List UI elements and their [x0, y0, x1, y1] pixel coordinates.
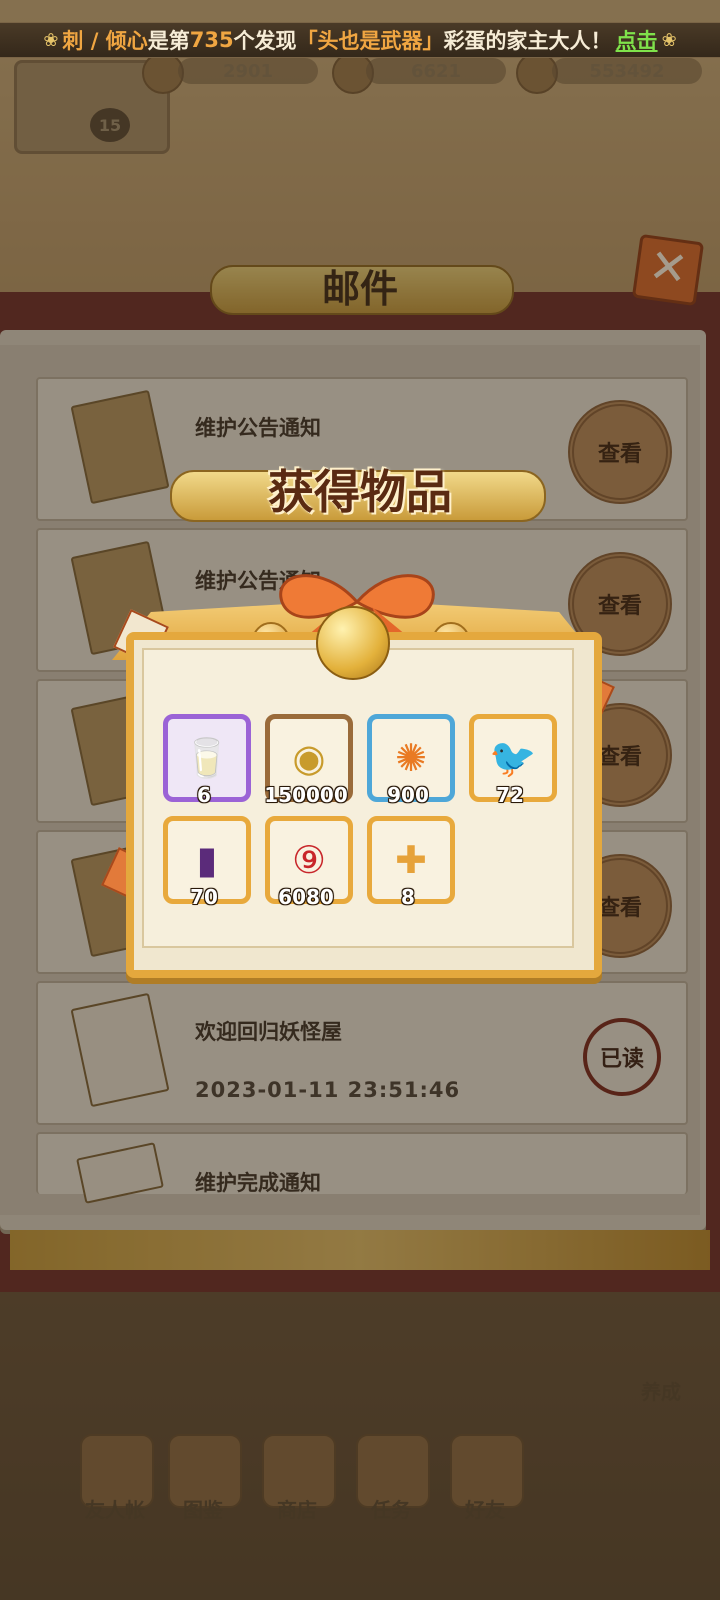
reward-quantity: 70: [190, 885, 218, 909]
reward-quantity: 72: [496, 783, 524, 807]
marquee-egg-name: 「头也是武器」: [296, 29, 444, 53]
reward-quantity: 6: [197, 783, 211, 807]
marquee-text-3: 彩蛋的家主大人！: [443, 29, 612, 53]
announcement-marquee: ❀ 刺 / 倾心 是第 735 个发现 「头也是武器」 彩蛋的家主大人！ 点击 …: [0, 22, 720, 58]
marquee-text-2: 个发现: [233, 29, 297, 53]
reward-title: 获得物品: [268, 465, 452, 519]
reward-quantity: 900: [387, 783, 429, 807]
reward-quantity: 8: [401, 885, 415, 909]
flower-icon: ❀: [43, 29, 59, 51]
reward-quantity: 6080: [278, 885, 334, 909]
marquee-prefix: 刺 / 倾心: [62, 29, 148, 53]
marquee-text-1: 是第: [147, 29, 190, 53]
bell-icon: [316, 606, 390, 680]
marquee-number: 735: [189, 28, 234, 52]
flower-icon: ❀: [661, 29, 677, 51]
marquee-link[interactable]: 点击: [616, 25, 658, 55]
reward-quantity: 150000: [264, 783, 348, 807]
